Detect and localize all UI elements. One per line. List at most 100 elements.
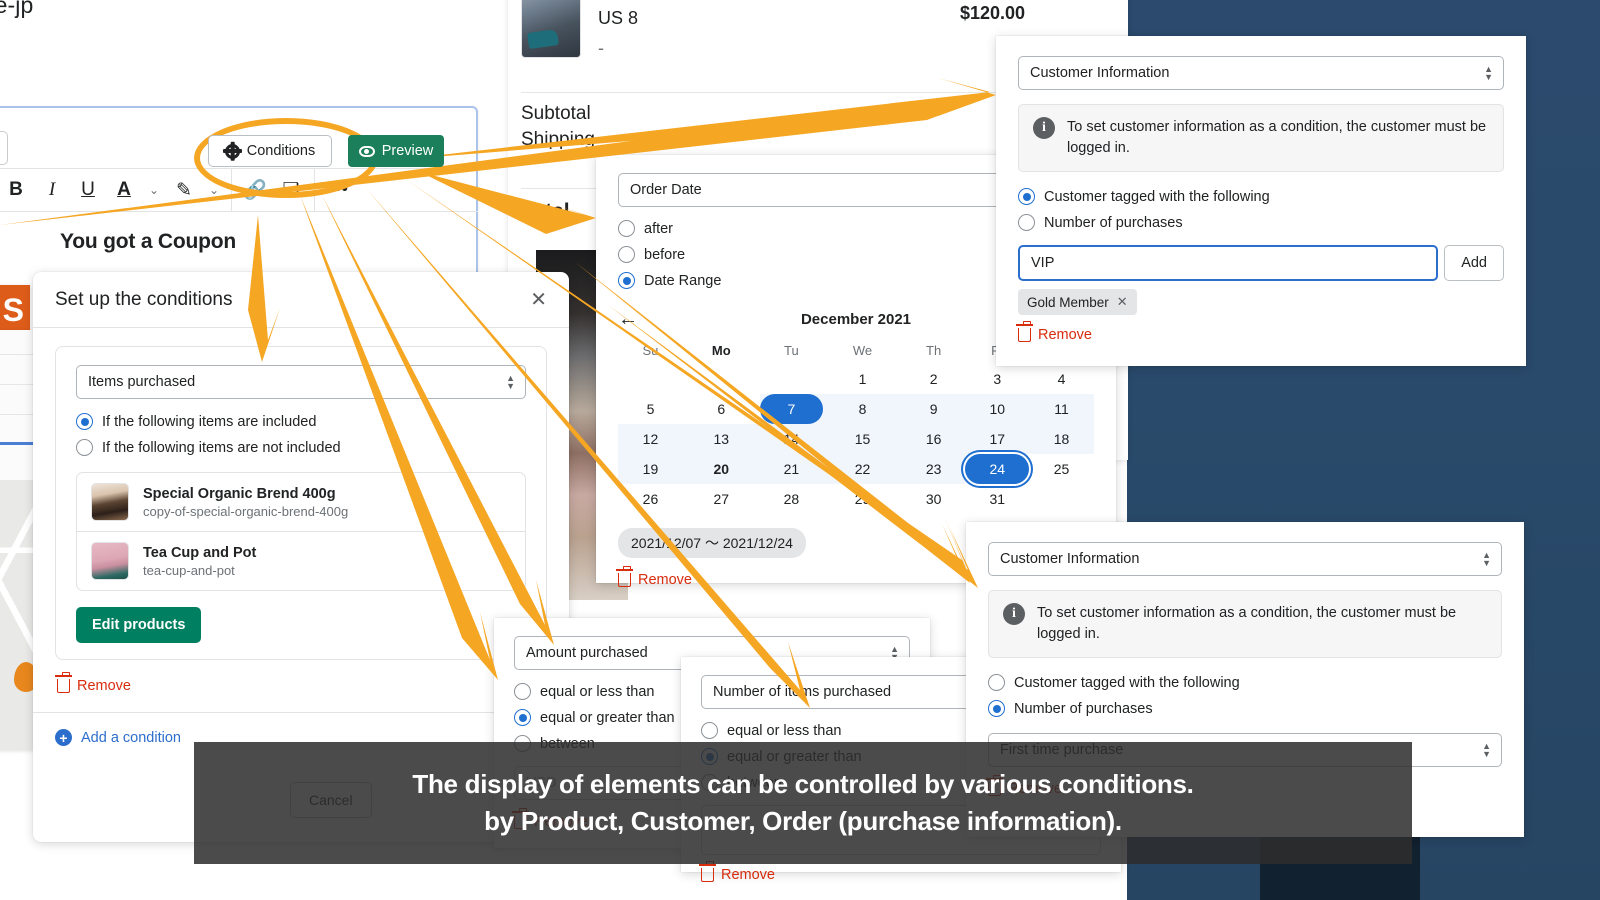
calendar-day[interactable]: 28 xyxy=(760,484,824,514)
caption-line-1: The display of elements can be controlle… xyxy=(412,769,1194,799)
remove-condition-button[interactable]: Remove xyxy=(1016,321,1504,343)
calendar-day[interactable]: 31 xyxy=(965,484,1029,514)
underline-icon[interactable]: U xyxy=(73,175,103,205)
calendar-day[interactable]: 27 xyxy=(683,484,760,514)
calendar-day[interactable]: 2 xyxy=(902,364,966,394)
calendar-day[interactable]: 19 xyxy=(618,454,683,484)
chevron-down-icon[interactable]: ⌄ xyxy=(145,175,163,205)
radio-label: Number of purchases xyxy=(1044,214,1183,231)
radio-label: equal or less than xyxy=(727,722,842,739)
close-icon[interactable]: ✕ xyxy=(1117,294,1128,310)
calendar-week-row: 1 2 3 4 xyxy=(618,364,1094,394)
radio-number-of-purchases[interactable]: Number of purchases xyxy=(1018,214,1504,232)
chevron-down-icon[interactable]: ⌄ xyxy=(205,175,223,205)
order-item-subtext: - xyxy=(598,38,604,58)
product-thumbnail xyxy=(91,483,129,521)
coupon-headline: You got a Coupon xyxy=(60,230,237,253)
more-options-icon[interactable]: ••• xyxy=(323,175,353,205)
items-count-value: Number of items purchased xyxy=(713,684,892,700)
condition-card-items-purchased: Items purchased ▲ ▼ If the following item… xyxy=(55,346,547,660)
calendar-day[interactable]: 1 xyxy=(823,364,902,394)
calendar-day[interactable]: 22 xyxy=(823,454,902,484)
calendar-day xyxy=(1029,484,1094,514)
calendar-day[interactable]: 6 xyxy=(683,394,760,424)
weekday-su: Su xyxy=(642,343,659,358)
editor-url-box[interactable] xyxy=(0,131,8,165)
list-item[interactable]: Special Organic Brend 400g copy-of-speci… xyxy=(77,473,525,531)
calendar-day[interactable]: 21 xyxy=(759,454,824,484)
calendar-week-row: 26 27 28 29 30 31 xyxy=(618,484,1094,514)
chevron-updown-icon: ▲▼ xyxy=(1484,64,1493,82)
calendar-day[interactable]: 17 xyxy=(965,424,1030,454)
trash-icon xyxy=(699,861,716,882)
conditions-button[interactable]: Conditions xyxy=(208,135,332,167)
calendar-day[interactable]: 14 xyxy=(759,424,824,454)
radio-indicator xyxy=(1018,188,1035,206)
customer-info-value: Customer Information xyxy=(1030,65,1170,81)
close-icon[interactable]: ✕ xyxy=(530,290,547,310)
calendar-day[interactable]: 16 xyxy=(901,424,966,454)
radio-indicator xyxy=(514,709,531,726)
edit-products-button[interactable]: Edit products xyxy=(76,607,202,643)
radio-customer-tagged[interactable]: Customer tagged with the following xyxy=(988,674,1502,692)
calendar-day[interactable]: 25 xyxy=(1029,454,1094,484)
tag-input[interactable]: VIP xyxy=(1018,245,1439,282)
customer-info-value: Customer Information xyxy=(1000,551,1140,567)
radio-number-of-purchases[interactable]: Number of purchases xyxy=(988,700,1502,718)
customer-info-select[interactable]: Customer Information ▲ ▼ xyxy=(988,542,1502,576)
calendar-day[interactable]: 11 xyxy=(1029,394,1094,424)
link-icon[interactable]: 🔗 xyxy=(240,175,270,205)
map-card: eens xyxy=(0,330,36,750)
italic-icon[interactable]: I xyxy=(37,175,67,205)
trash-icon xyxy=(616,566,633,587)
radio-items-included[interactable]: If the following items are included xyxy=(76,413,526,430)
condition-type-value: Items purchased xyxy=(88,374,196,390)
trash-icon xyxy=(1016,321,1033,343)
calendar-day[interactable]: 8 xyxy=(823,394,902,424)
add-tag-button[interactable]: Add xyxy=(1444,245,1504,282)
divider xyxy=(33,712,569,713)
remove-condition-button[interactable]: Remove xyxy=(699,861,1101,883)
preview-button[interactable]: Preview xyxy=(348,135,444,167)
calendar-day[interactable]: 9 xyxy=(901,394,966,424)
radio-indicator xyxy=(76,413,93,430)
radio-customer-tagged[interactable]: Customer tagged with the following xyxy=(1018,188,1504,206)
calendar-day[interactable]: 18 xyxy=(1029,424,1094,454)
highlighter-icon[interactable]: ✎ xyxy=(169,175,199,205)
image-icon[interactable]: ❑ xyxy=(276,175,306,205)
order-date-value: Order Date xyxy=(630,182,702,198)
calendar-day[interactable]: 4 xyxy=(1029,364,1094,394)
radio-indicator xyxy=(76,439,93,456)
remove-condition-button[interactable]: Remove xyxy=(55,672,569,694)
calendar-day[interactable]: 3 xyxy=(965,364,1029,394)
calendar-day[interactable]: 10 xyxy=(965,394,1030,424)
calendar-day-range-end[interactable]: 24 xyxy=(965,454,1030,484)
radio-items-not-included[interactable]: If the following items are not included xyxy=(76,439,526,456)
calendar-day[interactable]: 15 xyxy=(823,424,902,454)
gear-icon xyxy=(222,143,242,159)
list-item[interactable]: Tea Cup and Pot tea-cup-and-pot xyxy=(77,531,525,590)
tag-chip[interactable]: Gold Member ✕ xyxy=(1018,289,1137,316)
customer-info-select[interactable]: Customer Information ▲ ▼ xyxy=(1018,56,1504,90)
calendar-day[interactable]: 13 xyxy=(682,424,760,454)
calendar-day[interactable]: 26 xyxy=(618,484,683,514)
condition-type-select[interactable]: Items purchased ▲ ▼ xyxy=(76,365,526,399)
calendar-day[interactable]: 12 xyxy=(618,424,683,454)
amount-type-value: Amount purchased xyxy=(526,645,648,661)
radio-indicator xyxy=(618,272,635,289)
bold-icon[interactable]: B xyxy=(1,175,31,205)
text-color-icon[interactable]: A xyxy=(109,175,139,205)
calendar-day xyxy=(683,364,760,394)
weekday-th: Th xyxy=(926,343,942,358)
calendar-day[interactable]: 23 xyxy=(901,454,966,484)
weekday-we: We xyxy=(852,343,873,358)
calendar-day[interactable]: 5 xyxy=(618,394,683,424)
calendar-day-today[interactable]: 20 xyxy=(682,454,760,484)
info-icon: i xyxy=(1033,117,1055,139)
radio-indicator xyxy=(618,246,635,263)
order-subtotal-label: Subtotal xyxy=(521,103,591,124)
calendar-day-range-start[interactable]: 7 xyxy=(759,394,824,424)
calendar-day[interactable]: 30 xyxy=(902,484,966,514)
weekday-tu: Tu xyxy=(784,343,799,358)
calendar-day[interactable]: 29 xyxy=(823,484,902,514)
